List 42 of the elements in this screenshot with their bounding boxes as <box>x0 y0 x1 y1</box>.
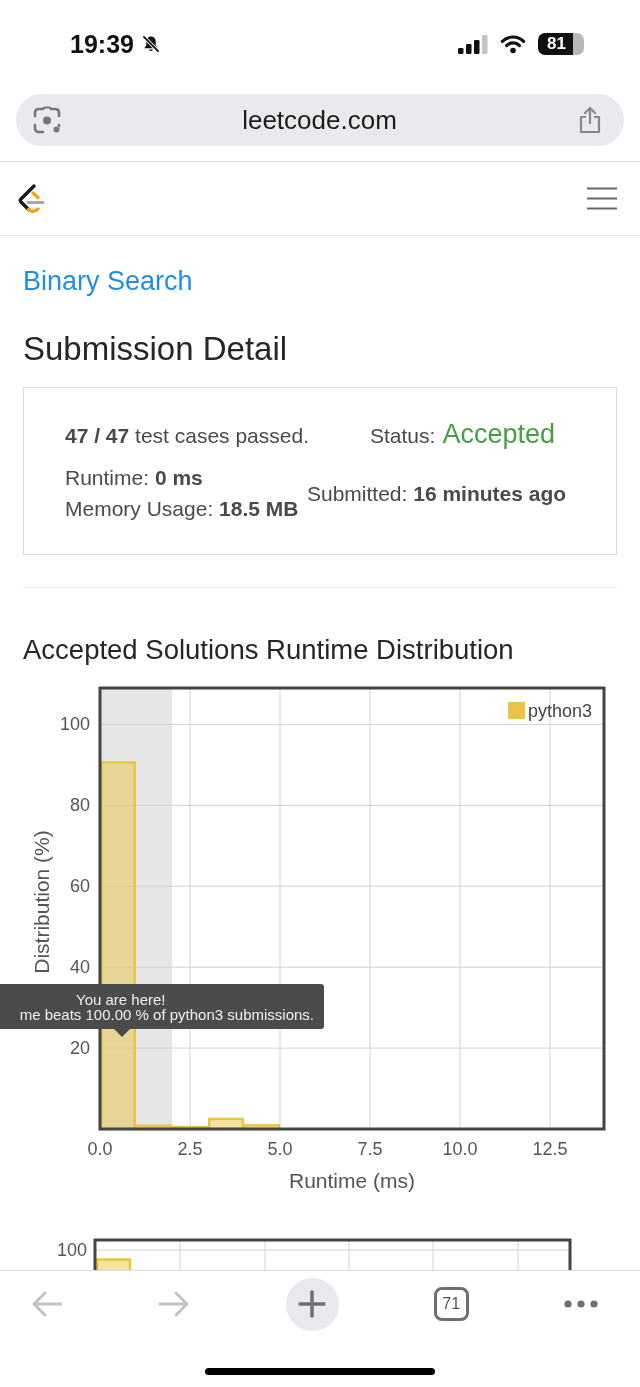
arrow-right-icon <box>158 1290 191 1318</box>
runtime-text: Runtime: 0 ms <box>65 465 203 491</box>
arrow-left-icon <box>31 1290 63 1318</box>
ellipsis-icon <box>564 1300 598 1308</box>
page-title: Submission Detail <box>23 329 288 369</box>
axis-tick-label: 7.5 <box>357 1139 383 1159</box>
status-label: Status: <box>370 423 436 449</box>
axis-tick-label: 80 <box>69 795 90 816</box>
histogram-bar <box>95 1258 132 1270</box>
axis-title: Runtime (ms) <box>289 1168 415 1192</box>
menu-icon[interactable] <box>587 187 617 210</box>
plus-icon <box>298 1290 326 1318</box>
camera-scan-icon[interactable] <box>33 106 61 134</box>
axis-tick-label: 0.0 <box>87 1139 113 1159</box>
axis-tick-label: 100 <box>59 714 90 735</box>
axis-tick-label: 20 <box>69 1038 90 1059</box>
submitted-text: Submitted: 16 minutes ago <box>307 480 567 507</box>
battery-level: 81 <box>538 33 584 55</box>
axis-tick-label: 100 <box>56 1240 87 1260</box>
share-icon[interactable] <box>578 106 602 134</box>
signal-icon <box>458 34 488 54</box>
legend-label: python3 <box>528 701 593 721</box>
tabs-button[interactable]: 71 <box>433 1287 469 1321</box>
chart-title: Accepted Solutions Runtime Distribution <box>23 634 514 666</box>
url-text: leetcode.com <box>241 104 398 136</box>
status-value: Accepted <box>442 418 555 451</box>
tooltip-text: me beats 100.00 % of python3 submissions. <box>19 1007 314 1022</box>
axis-tick-label: 5.0 <box>267 1139 293 1159</box>
status-time: 19:39 <box>70 29 134 59</box>
memory-text: Memory Usage: 18.5 MB <box>65 496 299 522</box>
axis-tick-label: 2.5 <box>177 1139 203 1159</box>
logo-icon[interactable] <box>16 182 46 215</box>
axis-tick-label: 60 <box>69 876 90 897</box>
test-cases-text: 47 / 47 test cases passed. <box>65 423 310 449</box>
axis-tick-label: 40 <box>69 957 90 978</box>
wifi-icon <box>500 34 526 54</box>
axis-tick-label: 12.5 <box>532 1139 568 1159</box>
axis-tick-label: 10.0 <box>442 1139 478 1159</box>
tooltip-title: You are here! <box>76 992 166 1007</box>
axis-title: Distribution (%) <box>29 830 53 974</box>
more-button[interactable] <box>564 1300 598 1308</box>
address-bar[interactable]: leetcode.com <box>16 94 624 146</box>
